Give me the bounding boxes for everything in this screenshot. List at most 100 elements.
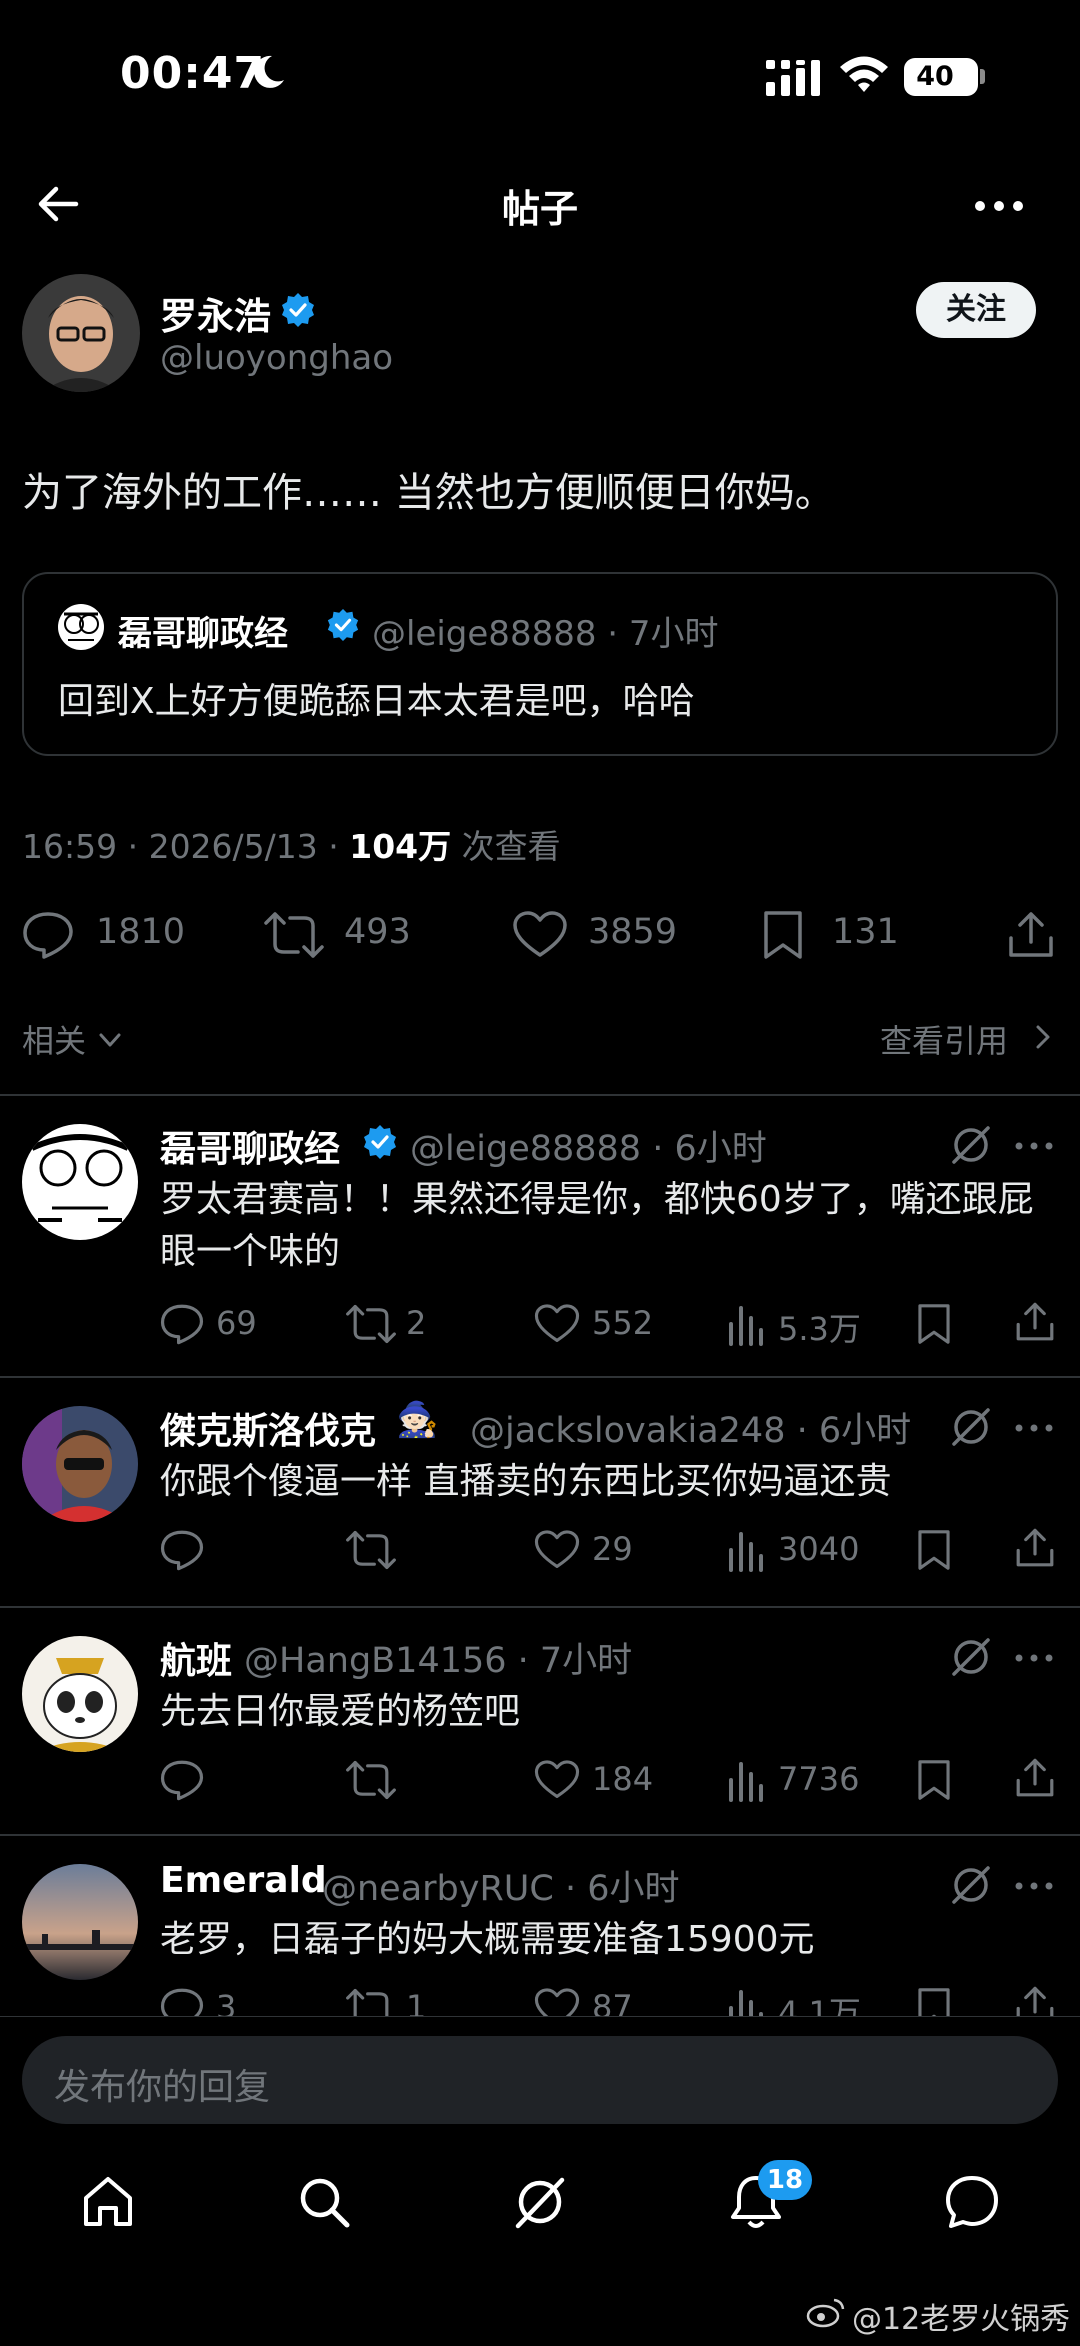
reply-item[interactable]: 磊哥聊政经 @leige88888 · 6小时 罗太君赛高！！果然还得是你，都快… — [0, 1096, 1080, 1376]
reply-views-button[interactable]: 3040 — [726, 1528, 886, 1578]
home-icon[interactable] — [78, 2172, 138, 2232]
post-meta: 16:59 · 2026/5/13 · 104万 次查看 — [22, 820, 561, 868]
heart-icon — [534, 1988, 580, 2016]
reply-item[interactable]: 航班 @HangB14156 · 7小时 先去日你最爱的杨笠吧 184 7736 — [0, 1608, 1080, 1834]
repost-icon — [346, 1760, 396, 1800]
reply-avatar[interactable] — [22, 1864, 138, 1980]
reply-text: 老罗，日磊子的妈大概需要准备15900元 — [160, 1919, 815, 1960]
reply-views-button[interactable]: 5.3万 — [726, 1302, 886, 1352]
more-options-icon[interactable] — [1012, 1866, 1056, 1906]
reply-avatar[interactable] — [22, 1636, 138, 1752]
more-options-icon[interactable] — [1012, 1126, 1056, 1166]
reply-compose-box[interactable]: 发布你的回复 — [22, 2036, 1058, 2124]
cellular-signal-icon — [766, 60, 820, 96]
reply-author-name[interactable]: 傑克斯洛伐克 — [160, 1402, 376, 1454]
reply-reply-button[interactable]: 69 — [160, 1302, 280, 1352]
author-handle[interactable]: @luoyonghao — [160, 338, 393, 378]
share-button[interactable] — [1006, 900, 1058, 970]
reply-item[interactable]: Emerald @nearbyRUC · 6小时 老罗，日磊子的妈大概需要准备1… — [0, 1836, 1080, 2016]
reply-share-button[interactable] — [1014, 1984, 1058, 2016]
repost-count: 1 — [406, 1988, 427, 2016]
watermark-text: @12老罗火锅秀 — [852, 2302, 1071, 2337]
reply-item[interactable]: 傑克斯洛伐克 🧙🏻 @jackslovakia248 · 6小时 你跟个傻逼一样… — [0, 1378, 1080, 1606]
like-count: 87 — [592, 1988, 633, 2016]
reply-share-button[interactable] — [1014, 1756, 1058, 1806]
reply-like-button[interactable]: 184 — [534, 1758, 674, 1808]
reply-author-name[interactable]: 航班 — [160, 1632, 232, 1684]
search-icon[interactable] — [294, 2172, 354, 2232]
reply-avatar[interactable] — [22, 1406, 138, 1522]
reply-text: 先去日你最爱的杨笠吧 — [160, 1691, 521, 1732]
analytics-icon — [729, 1990, 763, 2016]
reply-reply-button[interactable]: 3 — [160, 1986, 280, 2016]
see-quotes-link[interactable]: 查看引用 — [880, 1016, 1008, 1062]
view-count-label: 次查看 — [451, 827, 561, 866]
reply-views-button[interactable]: 7736 — [726, 1758, 886, 1808]
messages-icon[interactable] — [942, 2172, 1002, 2232]
reply-author-name[interactable]: 磊哥聊政经 — [160, 1120, 340, 1172]
quoted-author-avatar — [58, 604, 104, 650]
grok-icon[interactable] — [950, 1406, 992, 1448]
reply-repost-button[interactable]: 1 — [346, 1986, 466, 2016]
reply-author-emoji: 🧙🏻 — [396, 1400, 439, 1440]
bookmark-count: 131 — [832, 912, 899, 952]
reply-count: 69 — [216, 1304, 257, 1342]
wifi-icon — [840, 56, 888, 92]
like-count: 184 — [592, 1760, 654, 1798]
more-options-icon[interactable] — [1012, 1408, 1056, 1448]
reply-repost-button[interactable] — [346, 1528, 466, 1578]
verified-badge-icon — [282, 293, 314, 327]
reply-bookmark-button[interactable] — [915, 1986, 955, 2016]
reply-author-name[interactable]: Emerald — [160, 1860, 327, 1901]
like-button[interactable]: 3859 — [512, 900, 692, 970]
view-count: 5.3万 — [778, 1310, 861, 1348]
grok-icon[interactable] — [950, 1864, 992, 1906]
chevron-down-icon[interactable] — [96, 1026, 124, 1054]
heart-icon — [534, 1304, 580, 1342]
more-options-icon[interactable] — [972, 186, 1026, 226]
reply-input-placeholder[interactable]: 发布你的回复 — [54, 2058, 270, 2110]
grok-icon[interactable] — [950, 1124, 992, 1166]
status-bar: 00:47 40 — [0, 0, 1080, 150]
share-icon — [1016, 1528, 1054, 1567]
repost-icon — [346, 1988, 389, 2016]
view-count[interactable]: 104万 — [349, 827, 451, 866]
reply-like-button[interactable]: 87 — [534, 1986, 674, 2016]
grok-icon[interactable] — [510, 2172, 570, 2232]
reply-handle-time: @leige88888 · 6小时 — [410, 1129, 767, 1169]
bookmark-icon — [918, 1988, 950, 2016]
reply-views-button[interactable]: 4.1万 — [726, 1986, 886, 2016]
reply-bookmark-button[interactable] — [915, 1758, 955, 1808]
chevron-right-icon[interactable] — [1030, 1022, 1056, 1052]
author-avatar[interactable] — [22, 274, 140, 392]
more-options-icon[interactable] — [1012, 1638, 1056, 1678]
reply-handle-time: @jackslovakia248 · 6小时 — [470, 1411, 912, 1451]
reply-share-button[interactable] — [1014, 1300, 1058, 1350]
quoted-author-handle-time: @leige88888 · 7小时 — [372, 614, 719, 654]
analytics-icon — [729, 1762, 763, 1802]
post-actions: 1810 493 3859 131 — [0, 900, 1080, 970]
reply-icon — [160, 1304, 204, 1345]
grok-icon[interactable] — [950, 1636, 992, 1678]
reply-button[interactable]: 1810 — [22, 900, 192, 970]
bookmark-button[interactable]: 131 — [760, 900, 910, 970]
repost-button[interactable]: 493 — [264, 900, 434, 970]
reply-share-button[interactable] — [1014, 1526, 1058, 1576]
reply-like-button[interactable]: 552 — [534, 1302, 674, 1352]
related-sort[interactable]: 相关 — [22, 1016, 86, 1062]
status-time: 00:47 — [120, 48, 266, 99]
reply-avatar[interactable] — [22, 1124, 138, 1240]
reply-repost-button[interactable] — [346, 1758, 466, 1808]
reply-bookmark-button[interactable] — [915, 1528, 955, 1578]
follow-button[interactable]: 关注 — [916, 282, 1036, 338]
reply-repost-button[interactable]: 2 — [346, 1302, 466, 1352]
author-name[interactable]: 罗永浩 — [160, 286, 271, 340]
like-count: 552 — [592, 1304, 654, 1342]
post-text: 为了海外的工作…… 当然也方便顺便日你妈。 — [22, 470, 835, 516]
bookmark-icon — [918, 1530, 950, 1570]
reply-reply-button[interactable] — [160, 1758, 280, 1808]
reply-bookmark-button[interactable] — [915, 1302, 955, 1352]
reply-like-button[interactable]: 29 — [534, 1528, 674, 1578]
quoted-post[interactable]: 磊哥聊政经 @leige88888 · 7小时 回到X上好方便跪舔日本太君是吧，… — [22, 572, 1058, 756]
reply-reply-button[interactable] — [160, 1528, 280, 1578]
